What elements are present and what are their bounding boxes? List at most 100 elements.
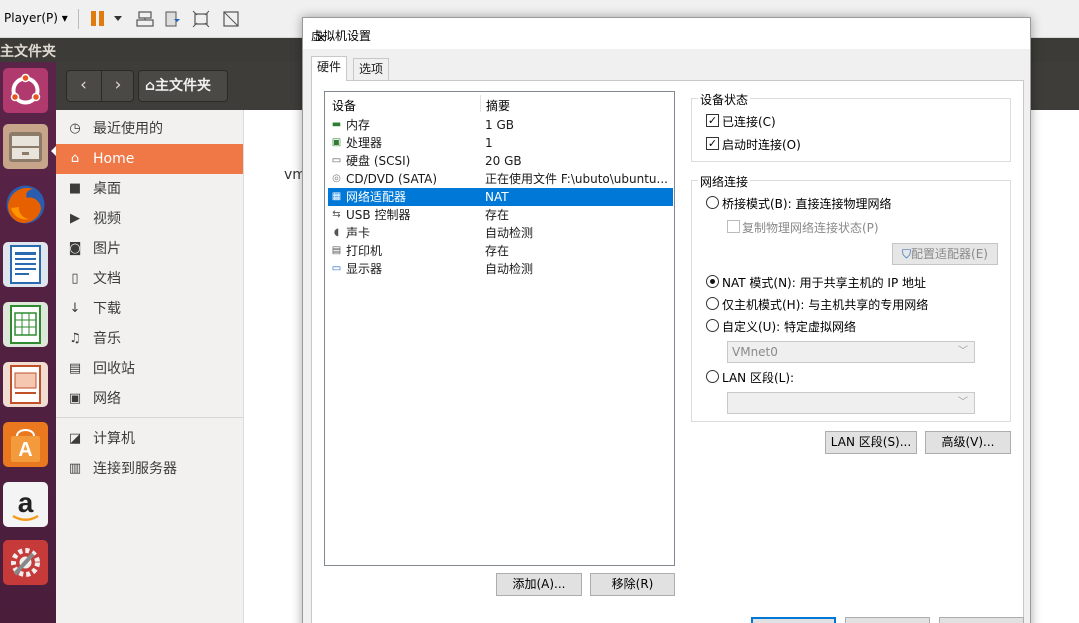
tab-options[interactable]: 选项 bbox=[353, 58, 390, 80]
writer-icon[interactable] bbox=[3, 242, 48, 287]
device-row[interactable]: ⇆ USB 控制器 存在 bbox=[328, 206, 673, 224]
tab-hardware[interactable]: 硬件 bbox=[311, 56, 348, 81]
display-icon: ▭ bbox=[331, 263, 342, 274]
help-button[interactable] bbox=[939, 617, 1024, 623]
chevron-down-icon: ﹀ bbox=[958, 346, 968, 357]
device-summary: 自动检测 bbox=[485, 226, 534, 240]
download-icon: ↓ bbox=[69, 301, 81, 316]
sidebar-item-label: Home bbox=[93, 151, 135, 167]
connected-checkbox[interactable]: ✓ bbox=[706, 114, 719, 127]
ok-button[interactable] bbox=[751, 617, 836, 623]
history-buttons: ‹ › bbox=[66, 70, 134, 102]
device-row[interactable]: ◖ 声卡 自动检测 bbox=[328, 224, 673, 242]
removable-devices-icon[interactable] bbox=[164, 10, 182, 28]
sidebar-item-recent[interactable]: ◷ 最近使用的 bbox=[56, 114, 243, 144]
software-center-icon[interactable]: A bbox=[3, 422, 48, 467]
device-row[interactable]: ▭ 硬盘 (SCSI) 20 GB bbox=[328, 152, 673, 170]
lan-segment-select[interactable]: ﹀ bbox=[727, 392, 975, 414]
device-list: 设备 摘要 ▬ 内存 1 GB ▣ 处理器 1 ▭ 硬盘 (SCSI) 20 GB ◎ CD/DVD… bbox=[324, 91, 675, 566]
sidebar-item-label: 视频 bbox=[93, 211, 121, 227]
cd-dvd-icon: ◎ bbox=[332, 173, 341, 184]
advanced-button[interactable]: 高级(V)... bbox=[925, 431, 1011, 454]
system-settings-icon[interactable] bbox=[3, 540, 48, 585]
device-row[interactable]: ◎ CD/DVD (SATA) 正在使用文件 F:\ubuto\ubuntu... bbox=[328, 170, 673, 188]
device-name: 显示器 bbox=[346, 262, 383, 276]
toolbar-separator bbox=[78, 9, 79, 29]
sidebar-item-label: 回收站 bbox=[93, 361, 135, 377]
host-only-radio[interactable] bbox=[706, 297, 719, 310]
bridged-radio[interactable] bbox=[706, 196, 719, 209]
sidebar-item-label: 网络 bbox=[93, 391, 121, 407]
remove-button[interactable]: 移除(R) bbox=[590, 573, 675, 596]
send-ctrl-alt-del-icon[interactable] bbox=[136, 10, 154, 28]
places-sidebar: ◷ 最近使用的 ⌂ Home ■ 桌面 ▶ 视频 ◙ 图片 ▯ 文档 ↓ 下载 ♫ 音乐 ▤ 回收… bbox=[56, 110, 244, 623]
sidebar-item-trash[interactable]: ▤ 回收站 bbox=[56, 354, 243, 384]
device-row[interactable]: ▣ 处理器 1 bbox=[328, 134, 673, 152]
sidebar-item-pictures[interactable]: ◙ 图片 bbox=[56, 234, 243, 264]
sidebar-item-music[interactable]: ♫ 音乐 bbox=[56, 324, 243, 354]
sidebar-item-home[interactable]: ⌂ Home bbox=[56, 144, 243, 174]
network-connection-label: 网络连接 bbox=[698, 173, 751, 190]
pause-dropdown-icon[interactable] bbox=[114, 16, 122, 21]
add-button[interactable]: 添加(A)... bbox=[496, 573, 582, 596]
sidebar-item-documents[interactable]: ▯ 文档 bbox=[56, 264, 243, 294]
lan-segments-button[interactable]: LAN 区段(S)... bbox=[825, 431, 917, 454]
device-summary: 存在 bbox=[485, 244, 510, 258]
dialog-titlebar: 虚拟机设置 ✕ bbox=[303, 18, 1030, 49]
sidebar-item-downloads[interactable]: ↓ 下载 bbox=[56, 294, 243, 324]
recent-icon: ◷ bbox=[69, 121, 81, 136]
sidebar-item-connect-server[interactable]: ▥ 连接到服务器 bbox=[56, 454, 243, 484]
path-bar-home[interactable]: ⌂主文件夹 bbox=[138, 70, 228, 102]
svg-text:a: a bbox=[18, 487, 34, 518]
sidebar-item-network[interactable]: ▣ 网络 bbox=[56, 384, 243, 414]
cancel-button[interactable] bbox=[845, 617, 930, 623]
column-header-device[interactable]: 设备 bbox=[332, 97, 356, 114]
close-icon[interactable]: ✕ bbox=[311, 27, 331, 49]
firefox-icon[interactable] bbox=[3, 182, 48, 227]
unity-icon[interactable] bbox=[222, 10, 240, 28]
vm-settings-dialog: 虚拟机设置 ✕ 硬件 选项 设备 摘要 ▬ 内存 1 GB ▣ 处理器 1 ▭ 硬盘 (SCS… bbox=[302, 17, 1031, 623]
device-name: 网络适配器 bbox=[346, 190, 407, 204]
column-header-summary[interactable]: 摘要 bbox=[486, 97, 510, 114]
amazon-icon[interactable]: a bbox=[3, 482, 48, 527]
sidebar-item-computer[interactable]: ◪ 计算机 bbox=[56, 424, 243, 454]
window-title: 主文件夹 bbox=[0, 44, 56, 60]
device-status-label: 设备状态 bbox=[698, 91, 751, 108]
pause-icon[interactable] bbox=[89, 10, 107, 28]
network-icon: ▣ bbox=[68, 391, 82, 406]
vmnet-select[interactable]: VMnet0 ﹀ bbox=[727, 341, 975, 363]
home-icon: ⌂ bbox=[145, 78, 156, 94]
ubuntu-dash-icon[interactable] bbox=[3, 68, 48, 113]
fullscreen-icon[interactable] bbox=[192, 10, 210, 28]
calc-icon[interactable] bbox=[3, 302, 48, 347]
configure-adapters-button[interactable]: ⛉配置适配器(E) bbox=[892, 243, 998, 265]
nat-radio[interactable] bbox=[706, 275, 719, 288]
unity-launcher: A a bbox=[0, 62, 56, 623]
sidebar-item-desktop[interactable]: ■ 桌面 bbox=[56, 174, 243, 204]
back-button[interactable]: ‹ bbox=[67, 71, 100, 101]
sidebar-item-label: 图片 bbox=[93, 241, 121, 257]
memory-icon: ▬ bbox=[331, 119, 342, 130]
sidebar-item-label: 文档 bbox=[93, 271, 121, 287]
connect-at-power-on-checkbox[interactable]: ✓ bbox=[706, 137, 719, 150]
replicate-state-checkbox[interactable] bbox=[727, 220, 740, 233]
hard-disk-icon: ▭ bbox=[331, 155, 342, 166]
nat-label: NAT 模式(N): 用于共享主机的 IP 地址 bbox=[722, 276, 927, 290]
sidebar-item-label: 计算机 bbox=[93, 431, 135, 447]
replicate-state-label: 复制物理网络连接状态(P) bbox=[742, 221, 879, 235]
custom-radio[interactable] bbox=[706, 319, 719, 332]
device-status-group: 设备状态 ✓ 已连接(C) ✓ 启动时连接(O) bbox=[691, 91, 1011, 162]
impress-icon[interactable] bbox=[3, 362, 48, 407]
lan-segment-radio[interactable] bbox=[706, 370, 719, 383]
device-summary: 正在使用文件 F:\ubuto\ubuntu... bbox=[485, 172, 668, 186]
sidebar-item-videos[interactable]: ▶ 视频 bbox=[56, 204, 243, 234]
device-row[interactable]: ▤ 打印机 存在 bbox=[328, 242, 673, 260]
device-row[interactable]: ▭ 显示器 自动检测 bbox=[328, 260, 673, 278]
player-menu[interactable]: Player(P) ▾ bbox=[4, 11, 68, 25]
connect-at-power-on-label: 启动时连接(O) bbox=[722, 138, 801, 152]
forward-button[interactable]: › bbox=[101, 71, 134, 101]
device-name: 内存 bbox=[346, 118, 371, 132]
device-row[interactable]: ▦ 网络适配器 NAT bbox=[328, 188, 673, 206]
file-manager-icon[interactable] bbox=[3, 124, 48, 169]
device-row[interactable]: ▬ 内存 1 GB bbox=[328, 116, 673, 134]
